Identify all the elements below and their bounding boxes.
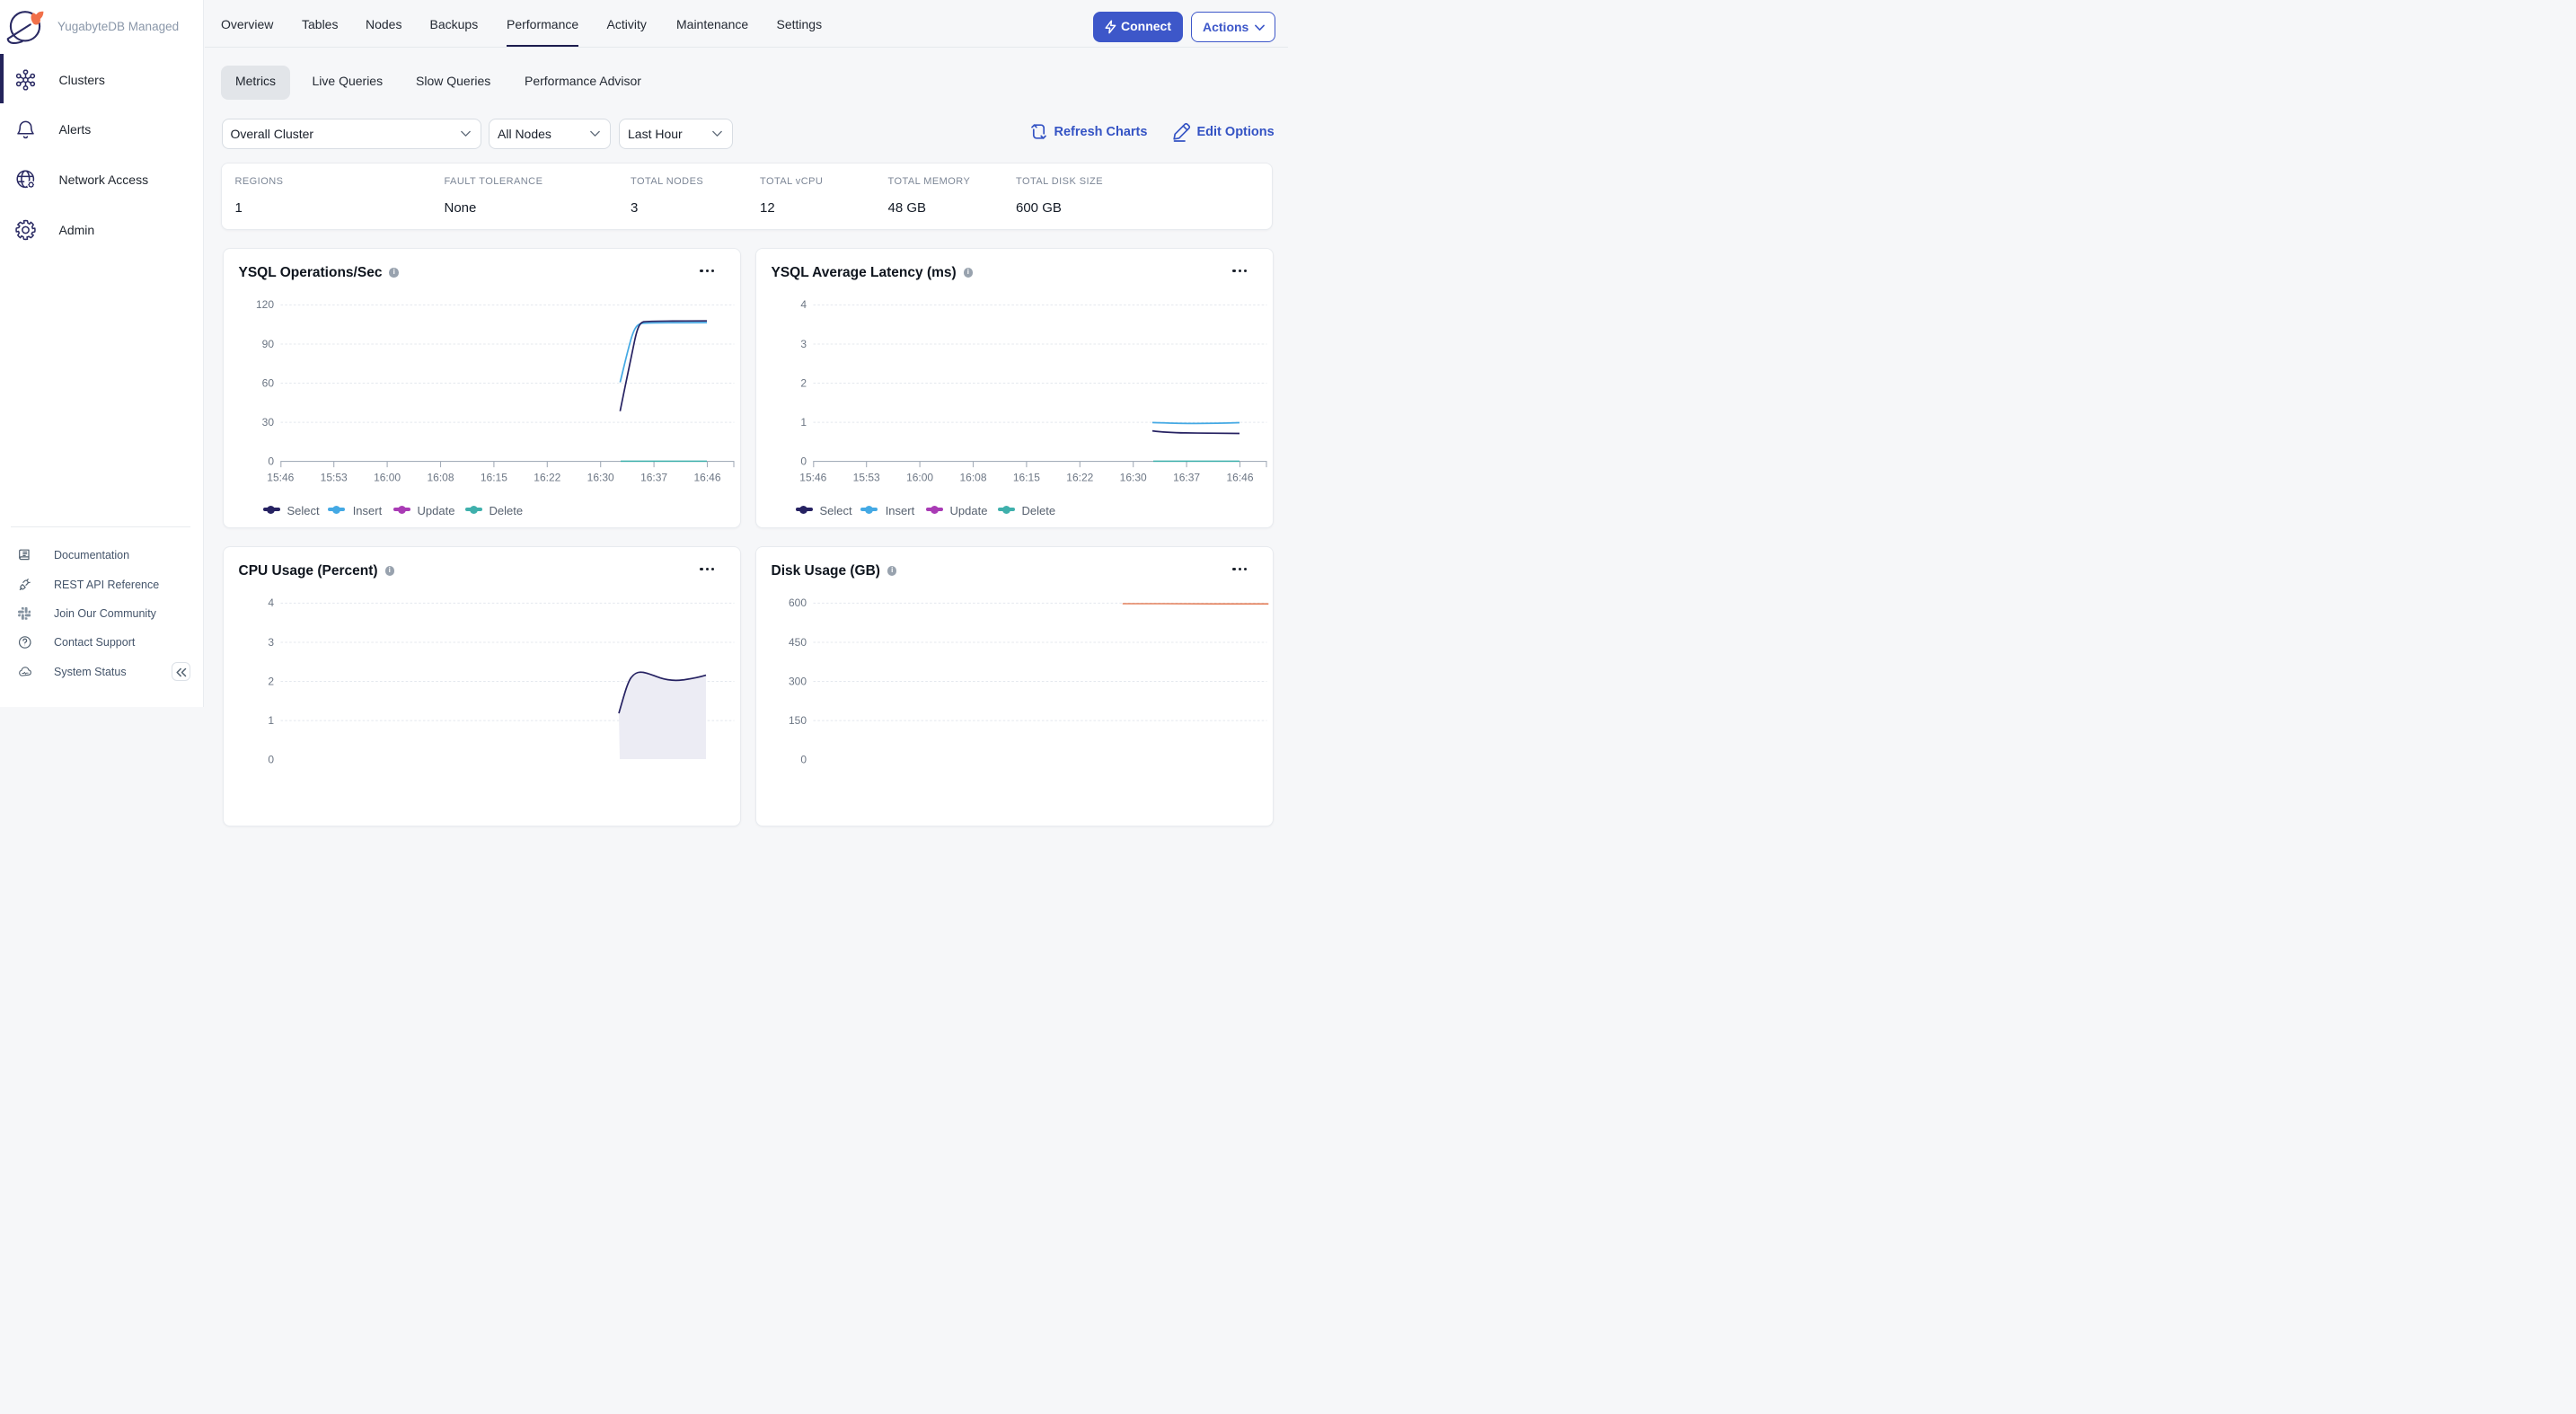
svg-text:16:22: 16:22 [534, 471, 560, 483]
svg-text:16:00: 16:00 [374, 471, 401, 483]
svg-text:15:46: 15:46 [799, 471, 826, 483]
svg-text:600: 600 [789, 597, 807, 609]
svg-text:150: 150 [789, 713, 807, 726]
svg-text:3: 3 [800, 337, 807, 349]
svg-text:0: 0 [268, 753, 274, 765]
svg-text:16:46: 16:46 [1226, 471, 1253, 483]
svg-text:1: 1 [800, 415, 807, 428]
svg-text:16:37: 16:37 [640, 471, 667, 483]
svg-text:2: 2 [800, 376, 807, 389]
svg-text:16:15: 16:15 [481, 471, 507, 483]
svg-text:16:22: 16:22 [1066, 471, 1093, 483]
svg-text:16:08: 16:08 [959, 471, 986, 483]
svg-text:1: 1 [268, 713, 274, 726]
svg-text:16:37: 16:37 [1173, 471, 1200, 483]
svg-text:90: 90 [262, 337, 275, 349]
svg-text:60: 60 [262, 376, 275, 389]
svg-text:300: 300 [789, 675, 807, 687]
svg-text:16:08: 16:08 [427, 471, 454, 483]
svg-text:120: 120 [256, 298, 274, 311]
svg-text:16:46: 16:46 [693, 471, 720, 483]
svg-text:16:15: 16:15 [1013, 471, 1040, 483]
svg-text:0: 0 [268, 455, 274, 467]
svg-text:30: 30 [262, 415, 275, 428]
svg-text:4: 4 [800, 298, 807, 311]
svg-text:0: 0 [800, 455, 807, 467]
svg-text:2: 2 [268, 675, 274, 687]
svg-text:16:30: 16:30 [1120, 471, 1147, 483]
svg-text:450: 450 [789, 635, 807, 648]
svg-text:15:53: 15:53 [853, 471, 880, 483]
svg-text:15:46: 15:46 [267, 471, 294, 483]
svg-text:4: 4 [268, 597, 274, 609]
svg-text:16:00: 16:00 [906, 471, 933, 483]
svg-text:3: 3 [268, 635, 274, 648]
svg-text:0: 0 [800, 753, 807, 765]
svg-text:15:53: 15:53 [321, 471, 348, 483]
svg-text:16:30: 16:30 [587, 471, 614, 483]
